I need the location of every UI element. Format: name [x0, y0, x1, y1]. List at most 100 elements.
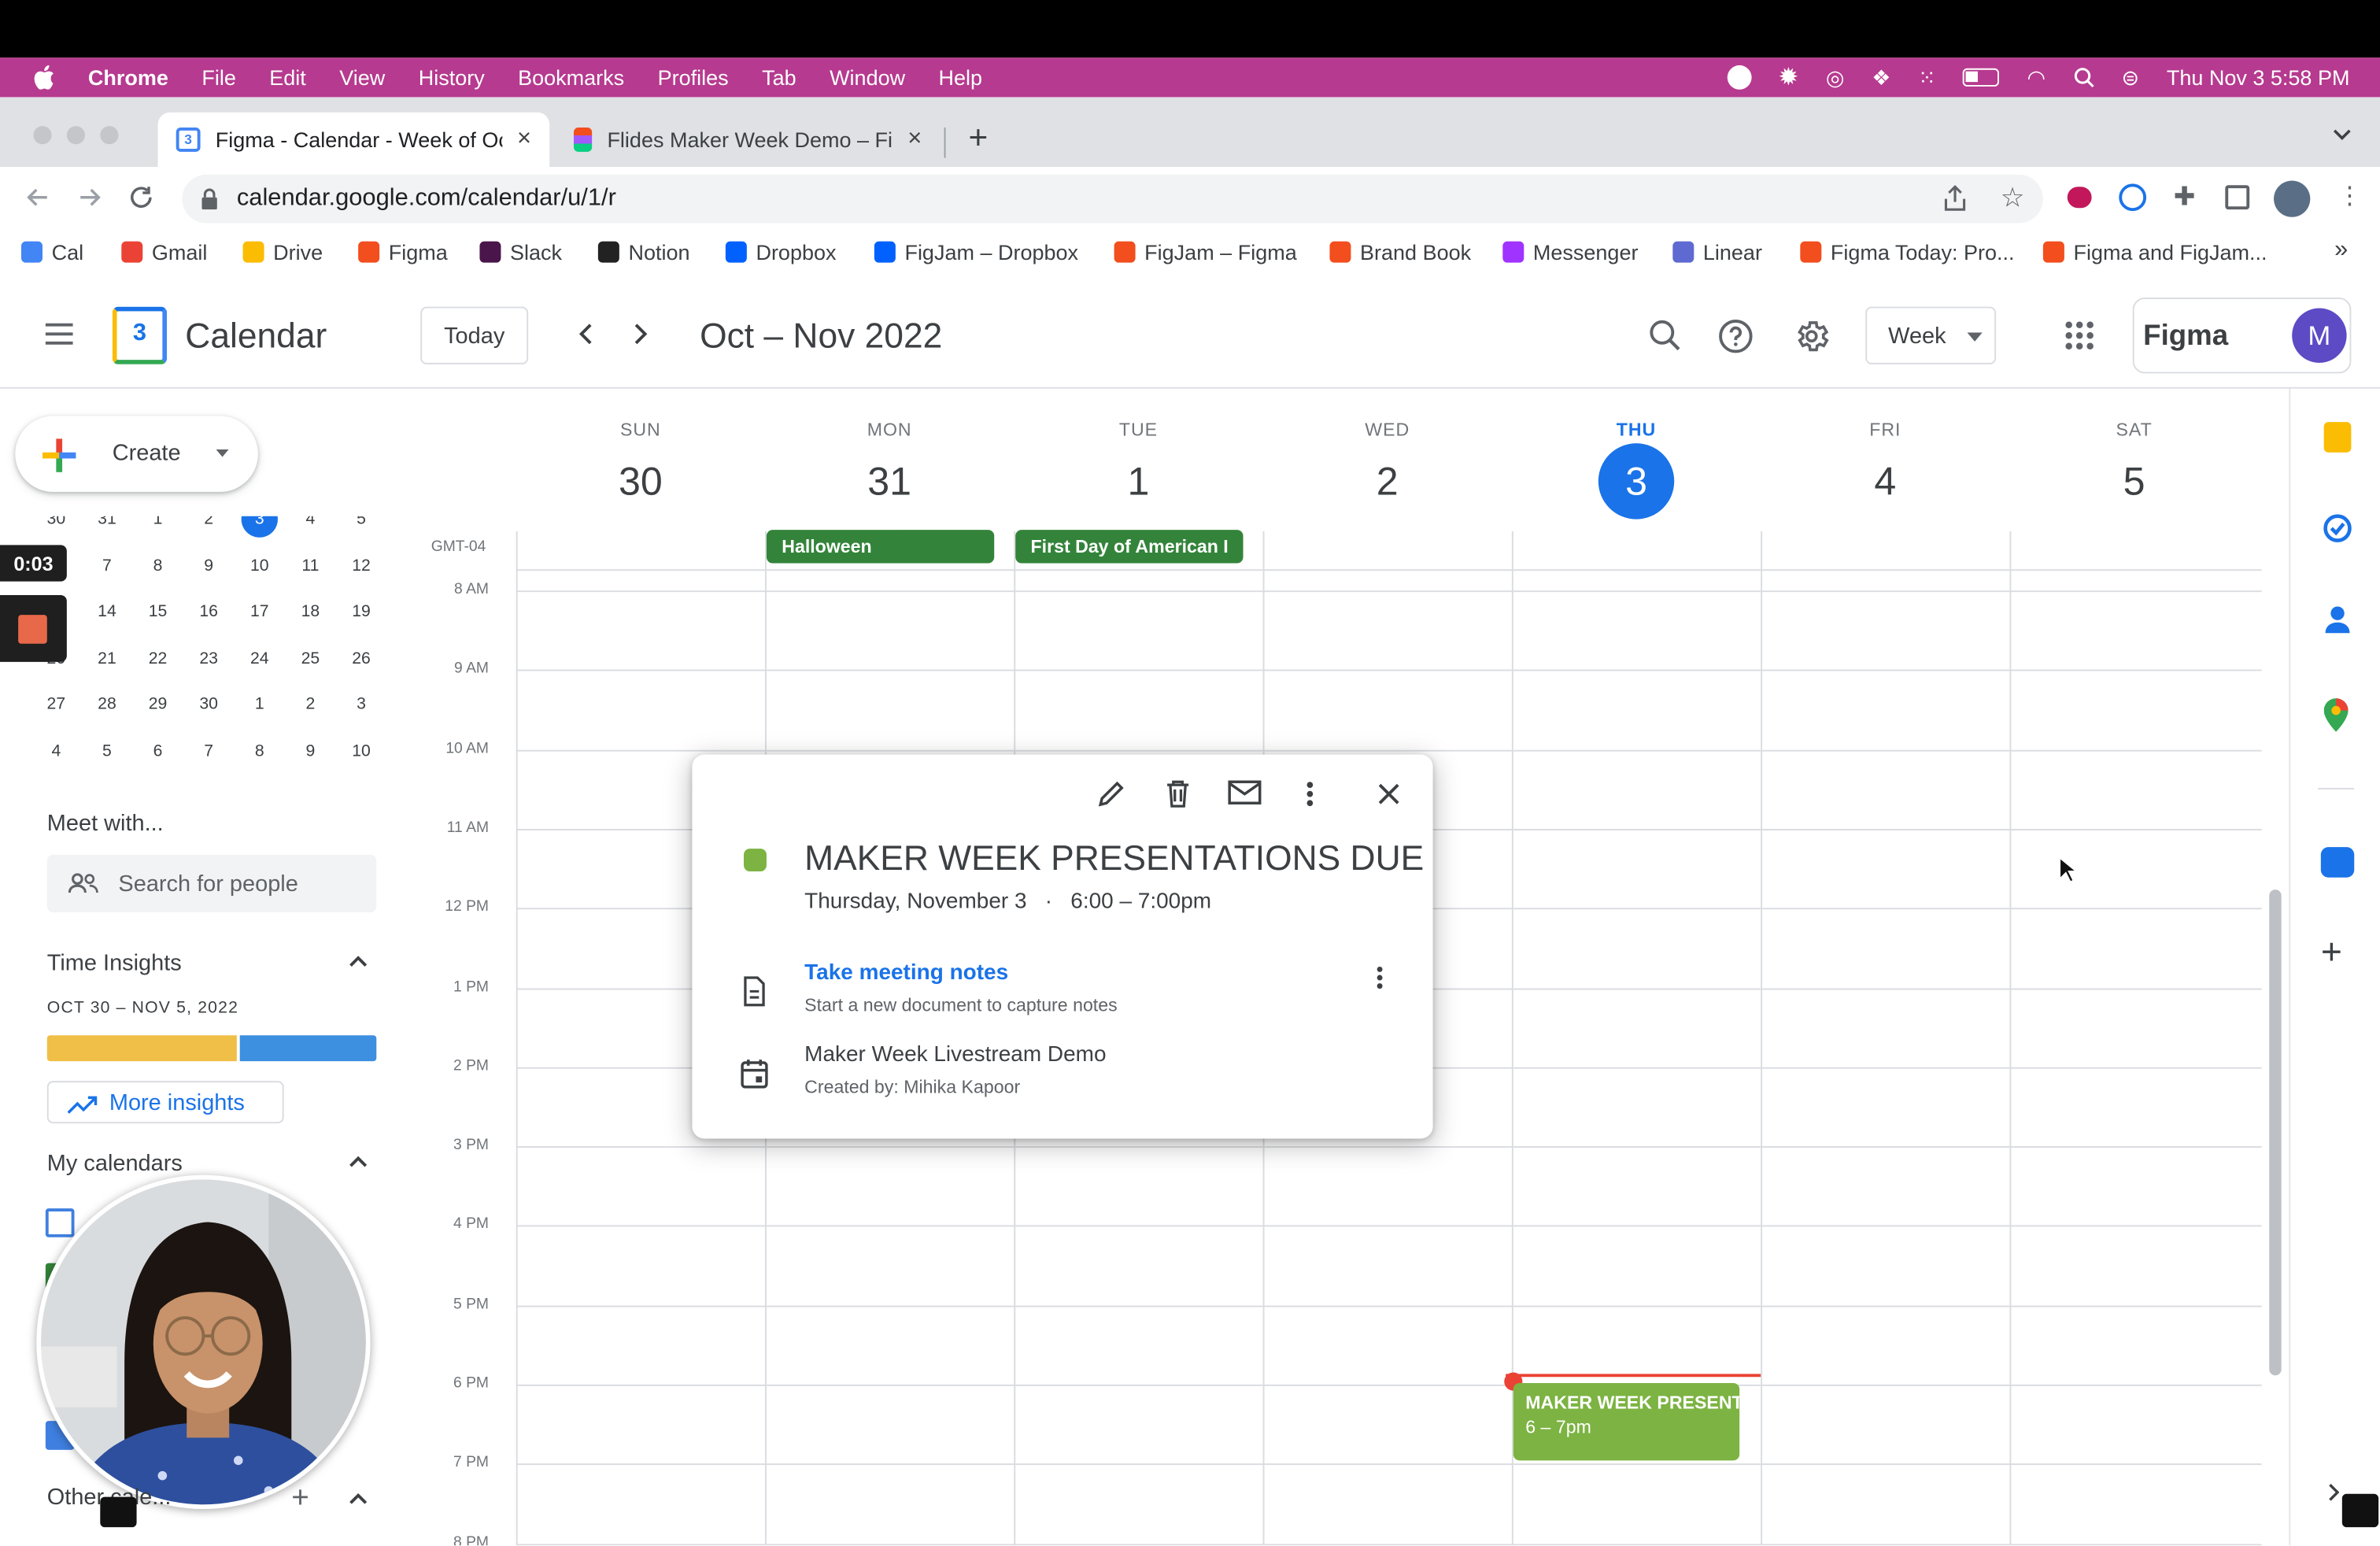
- account-switcher[interactable]: Figma M: [2132, 298, 2352, 374]
- mini-calendar-day[interactable]: 10: [240, 547, 279, 583]
- bookmark-item[interactable]: Dropbox: [725, 240, 837, 264]
- zoom-icon[interactable]: [2320, 847, 2355, 878]
- day-number[interactable]: 31: [765, 449, 1014, 513]
- apple-icon[interactable]: [33, 65, 54, 90]
- search-icon[interactable]: [1648, 319, 1681, 352]
- bookmark-item[interactable]: Figma and FigJam...: [2042, 240, 2267, 264]
- window-minimize-button[interactable]: [66, 126, 86, 145]
- mini-calendar-day[interactable]: 4: [290, 516, 330, 538]
- add-calendar-plus-icon[interactable]: +: [291, 1481, 309, 1516]
- apps-grid-icon[interactable]: [2064, 320, 2095, 351]
- window-close-button[interactable]: [33, 126, 52, 145]
- menu-window[interactable]: Window: [830, 65, 905, 90]
- day-header[interactable]: TUE 1: [1014, 419, 1262, 513]
- app-name[interactable]: Calendar: [185, 316, 327, 357]
- mini-calendar-day[interactable]: 1: [240, 686, 279, 723]
- mini-calendar-day[interactable]: 5: [342, 516, 381, 538]
- control-center-icon[interactable]: ⊜: [2121, 65, 2139, 91]
- mini-calendar-day[interactable]: 11: [290, 547, 330, 583]
- contacts-icon[interactable]: [2324, 605, 2352, 635]
- profile-avatar[interactable]: [2274, 180, 2311, 217]
- mini-calendar-day[interactable]: 8: [240, 733, 279, 769]
- chat-bubble-icon[interactable]: [2341, 1493, 2379, 1528]
- bookmark-item[interactable]: Messenger: [1502, 240, 1638, 264]
- mini-calendar-day[interactable]: 15: [139, 594, 178, 630]
- mini-calendar-day[interactable]: 5: [87, 733, 127, 769]
- day-number[interactable]: 1: [1014, 449, 1262, 513]
- mini-calendar-day[interactable]: 9: [290, 733, 330, 769]
- event-maker-week[interactable]: MAKER WEEK PRESENT 6 – 7pm: [1513, 1382, 1740, 1461]
- menu-view[interactable]: View: [339, 65, 385, 90]
- spotlight-icon[interactable]: [2073, 67, 2094, 88]
- bookmarks-overflow-button[interactable]: »: [2334, 237, 2348, 264]
- close-icon[interactable]: [1378, 783, 1399, 804]
- mini-calendar-day[interactable]: 12: [342, 547, 381, 583]
- tab-flides[interactable]: Flides Maker Week Demo – Fig ×: [556, 113, 944, 167]
- mini-calendar-day[interactable]: 3: [342, 686, 381, 723]
- mini-calendar-day[interactable]: 6: [139, 733, 178, 769]
- mini-calendar-day[interactable]: 3: [241, 516, 278, 538]
- mini-calendar-day[interactable]: 7: [189, 733, 228, 769]
- airplay-icon[interactable]: ◎: [1826, 65, 1845, 91]
- today-button[interactable]: Today: [420, 306, 529, 364]
- next-week-chevron-icon[interactable]: [631, 322, 649, 346]
- bookmark-item[interactable]: Figma Today: Pro...: [1800, 240, 2015, 264]
- menu-history[interactable]: History: [419, 65, 485, 90]
- mini-calendar-day[interactable]: 19: [342, 594, 381, 630]
- day-number[interactable]: 3: [1598, 443, 1675, 520]
- more-options-icon[interactable]: [1306, 780, 1315, 808]
- extensions-puzzle-icon[interactable]: ✚: [2174, 182, 2195, 213]
- bookmark-item[interactable]: Drive: [242, 240, 323, 264]
- mini-calendar-day[interactable]: 31: [87, 516, 127, 538]
- day-number[interactable]: 30: [516, 449, 765, 513]
- tab-close-icon[interactable]: ×: [907, 126, 922, 153]
- tab-close-icon[interactable]: ×: [517, 126, 531, 153]
- day-number[interactable]: 5: [2009, 449, 2258, 513]
- mini-calendar-day[interactable]: 16: [189, 594, 228, 630]
- collapse-chevron-icon[interactable]: [348, 1491, 369, 1506]
- mini-calendar-day[interactable]: 9: [189, 547, 228, 583]
- edit-pencil-icon[interactable]: [1096, 779, 1126, 809]
- back-arrow-icon[interactable]: [24, 183, 52, 211]
- mini-calendar-day[interactable]: 8: [139, 547, 178, 583]
- main-menu-icon[interactable]: [42, 322, 76, 346]
- address-bar[interactable]: calendar.google.com/calendar/u/1/r ☆: [182, 174, 2043, 224]
- mini-calendar-day[interactable]: 2: [189, 516, 228, 538]
- mini-calendar-day[interactable]: 17: [240, 594, 279, 630]
- menu-help[interactable]: Help: [939, 65, 983, 90]
- my-calendars-heading[interactable]: My calendars: [47, 1151, 183, 1177]
- expand-panel-chevron-icon[interactable]: [2327, 1481, 2339, 1503]
- maps-icon[interactable]: [2323, 698, 2349, 732]
- day-number[interactable]: 2: [1263, 449, 1512, 513]
- bookmark-item[interactable]: Slack: [479, 240, 562, 264]
- mini-calendar-day[interactable]: 30: [189, 686, 228, 723]
- prev-week-chevron-icon[interactable]: [577, 322, 595, 346]
- view-switcher-dropdown[interactable]: Week: [1865, 306, 1997, 364]
- mini-calendar-day[interactable]: 4: [36, 733, 76, 769]
- dropbox-icon[interactable]: ❖: [1872, 65, 1890, 91]
- bookmark-item[interactable]: Brand Book: [1329, 240, 1471, 264]
- tasks-icon[interactable]: [2323, 513, 2353, 544]
- bookmark-item[interactable]: FigJam – Dropbox: [874, 240, 1078, 264]
- mini-calendar-day[interactable]: 7: [87, 547, 127, 583]
- lock-icon[interactable]: [201, 188, 219, 210]
- brightness-icon[interactable]: ✹: [1778, 62, 1798, 93]
- mini-calendar-day[interactable]: 29: [139, 686, 178, 723]
- more-insights-button[interactable]: More insights: [46, 1081, 284, 1124]
- wifi-icon[interactable]: ◠: [2027, 65, 2046, 91]
- insights-bar[interactable]: [46, 1035, 377, 1062]
- day-header[interactable]: THU 3: [1512, 419, 1761, 520]
- share-icon[interactable]: [1943, 185, 1968, 213]
- mini-calendar-day[interactable]: 21: [87, 640, 127, 676]
- mini-calendar-day[interactable]: 22: [139, 640, 178, 676]
- day-header[interactable]: WED 2: [1263, 419, 1512, 513]
- menu-edit[interactable]: Edit: [269, 65, 306, 90]
- allday-event-american[interactable]: First Day of American I: [1015, 530, 1244, 564]
- bookmark-item[interactable]: FigJam – Figma: [1114, 240, 1297, 264]
- day-header[interactable]: MON 31: [765, 419, 1014, 513]
- day-header[interactable]: FRI 4: [1761, 419, 2009, 513]
- chat-bubble-icon[interactable]: [100, 1496, 137, 1528]
- time-insights-heading[interactable]: Time Insights: [47, 950, 182, 976]
- mini-calendar-day[interactable]: 30: [36, 516, 76, 538]
- day-header[interactable]: SAT 5: [2009, 419, 2258, 513]
